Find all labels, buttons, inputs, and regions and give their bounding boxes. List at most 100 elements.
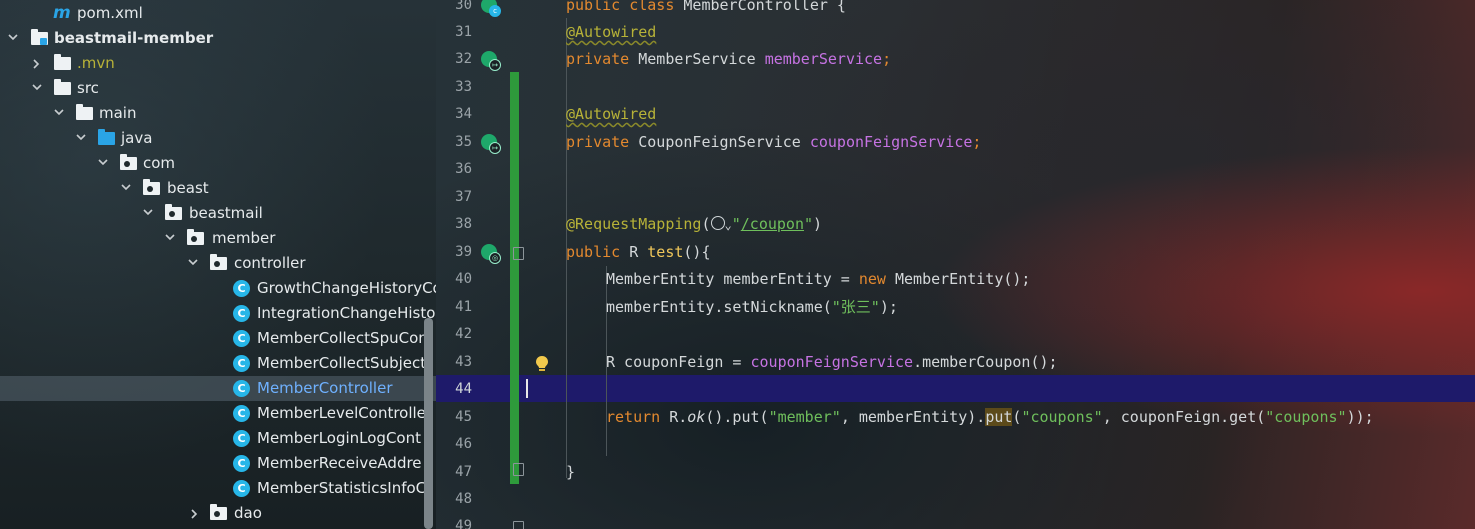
code-line-34[interactable]: @Autowired [566, 101, 656, 128]
code-line-30[interactable]: public class MemberController { [566, 0, 846, 19]
class-icon: C [233, 480, 250, 497]
keyword: public [566, 243, 621, 261]
line-number: 46 [455, 436, 472, 452]
tree-item-java[interactable]: java [0, 126, 436, 151]
class-icon: C [233, 305, 250, 322]
tree-item-com[interactable]: com [0, 151, 436, 176]
line-number: 37 [455, 189, 472, 205]
folder-icon [54, 54, 71, 70]
chevron-right-icon[interactable] [188, 501, 202, 526]
keyword: public [566, 0, 621, 14]
code-editor[interactable]: 30 31 32 33 34 35 36 37 38 39 40 41 42 4… [436, 0, 1475, 529]
chevron-down-icon[interactable] [52, 101, 66, 126]
tree-item-beast[interactable]: beast [0, 176, 436, 201]
autowired-bean-icon[interactable]: ↦ [481, 51, 501, 71]
tree-item-class[interactable]: C GrowthChangeHistoryCo [0, 276, 436, 301]
chevron-down-icon[interactable] [141, 201, 155, 226]
fold-open-icon[interactable] [513, 247, 524, 260]
class-icon: C [233, 430, 250, 447]
line-number: 43 [455, 354, 472, 370]
chevron-down-icon[interactable] [6, 26, 20, 51]
code-line-43[interactable]: R couponFeign = couponFeignService.membe… [606, 349, 1058, 376]
request-mapping-icon[interactable]: ◎ [481, 244, 501, 264]
tree-item-class[interactable]: C MemberLevelControlle [0, 401, 436, 426]
type-name: CouponFeignService [629, 133, 810, 151]
tree-item-class[interactable]: C IntegrationChangeHistor [0, 301, 436, 326]
url-path[interactable]: /coupon [741, 215, 804, 233]
line-number-gutter: 30 31 32 33 34 35 36 37 38 39 40 41 42 4… [436, 0, 476, 529]
code-line-38[interactable]: @RequestMapping(⌄"/coupon") [566, 211, 822, 238]
tree-item-beastmail-member[interactable]: beastmail-member [0, 26, 436, 51]
tree-item-label: IntegrationChangeHistor [257, 304, 436, 322]
tree-item-pom-xml[interactable]: m pom.xml [0, 1, 436, 26]
vcs-change-marker[interactable] [510, 72, 519, 484]
autowired-bean-icon[interactable]: ↦ [481, 134, 501, 154]
tree-item-class[interactable]: C MemberLoginLogCont [0, 426, 436, 451]
tree-item-label: java [121, 129, 153, 147]
chevron-down-icon[interactable]: ⌄ [725, 218, 732, 232]
package-icon [210, 504, 227, 520]
annotation: @Autowired [566, 23, 657, 41]
package-icon [143, 179, 160, 195]
chevron-down-icon[interactable] [30, 76, 44, 101]
tree-item-class[interactable]: C MemberCollectSpuCon [0, 326, 436, 351]
code-text: ().put( [705, 408, 769, 426]
chevron-down-icon[interactable] [74, 126, 88, 151]
code-line-31[interactable]: @Autowired [566, 19, 656, 46]
chevron-down-icon[interactable] [163, 226, 177, 251]
code-text: .memberCoupon(); [913, 353, 1058, 371]
string-literal: "coupons" [1265, 408, 1347, 426]
tree-item-member[interactable]: member [0, 226, 436, 251]
line-number: 47 [455, 464, 472, 480]
class-icon: C [233, 330, 250, 347]
line-number: 48 [455, 491, 472, 507]
project-tree[interactable]: m pom.xml beastmail-member .mvn src main… [0, 0, 436, 529]
tree-item-label: pom.xml [77, 4, 143, 22]
code-line-40[interactable]: MemberEntity memberEntity = new MemberEn… [606, 266, 1030, 293]
chevron-down-icon[interactable] [119, 176, 133, 201]
tree-scrollbar[interactable] [424, 318, 433, 529]
code-line-47[interactable]: } [566, 459, 575, 486]
chevron-down-icon[interactable] [186, 251, 200, 276]
tree-item-mvn[interactable]: .mvn [0, 51, 436, 76]
spring-bean-icon[interactable]: c [481, 0, 501, 17]
tree-item-src[interactable]: src [0, 76, 436, 101]
line-number: 35 [455, 134, 472, 150]
tree-item-label: MemberLoginLogCont [257, 429, 421, 447]
tree-item-label: MemberController [257, 379, 393, 397]
folder-icon [54, 79, 71, 95]
tree-item-label: MemberLevelControlle [257, 404, 426, 422]
tree-item-main[interactable]: main [0, 101, 436, 126]
highlighted-method: put [985, 408, 1013, 426]
package-icon [165, 204, 182, 220]
code-line-35[interactable]: private CouponFeignService couponFeignSe… [566, 129, 981, 156]
line-number: 33 [455, 79, 472, 95]
tree-item-member-controller[interactable]: C MemberController [0, 376, 436, 401]
field-name: memberService [764, 50, 883, 68]
code-line-39[interactable]: public R test(){ [566, 239, 711, 266]
code-text: R. [660, 408, 688, 426]
paren: ( [701, 215, 711, 233]
chevron-right-icon[interactable] [30, 51, 44, 76]
code-line-41[interactable]: memberEntity.setNickname("张三"); [606, 294, 898, 321]
code-line-32[interactable]: private MemberService memberService; [566, 46, 891, 73]
maven-icon: m [53, 3, 71, 23]
method-name: test [647, 243, 684, 261]
tree-item-class[interactable]: C MemberReceiveAddre [0, 451, 436, 476]
tree-item-class[interactable]: C MemberCollectSubject [0, 351, 436, 376]
tree-item-dao[interactable]: dao [0, 501, 436, 526]
string-quote: " [731, 215, 741, 233]
annotation: @Autowired [566, 105, 657, 123]
code-text: )); [1346, 408, 1374, 426]
keyword: private [566, 133, 630, 151]
tree-item-class[interactable]: C MemberStatisticsInfoC [0, 476, 436, 501]
globe-icon[interactable] [710, 216, 725, 230]
tree-item-controller[interactable]: controller [0, 251, 436, 276]
fold-icon[interactable] [513, 521, 524, 529]
code-line-45[interactable]: return R.ok().put("member", memberEntity… [606, 404, 1374, 431]
fold-close-icon[interactable] [513, 463, 524, 476]
tree-item-label: main [99, 104, 137, 122]
chevron-down-icon[interactable] [96, 151, 110, 176]
tree-item-beastmail[interactable]: beastmail [0, 201, 436, 226]
lightbulb-icon[interactable] [535, 355, 549, 373]
